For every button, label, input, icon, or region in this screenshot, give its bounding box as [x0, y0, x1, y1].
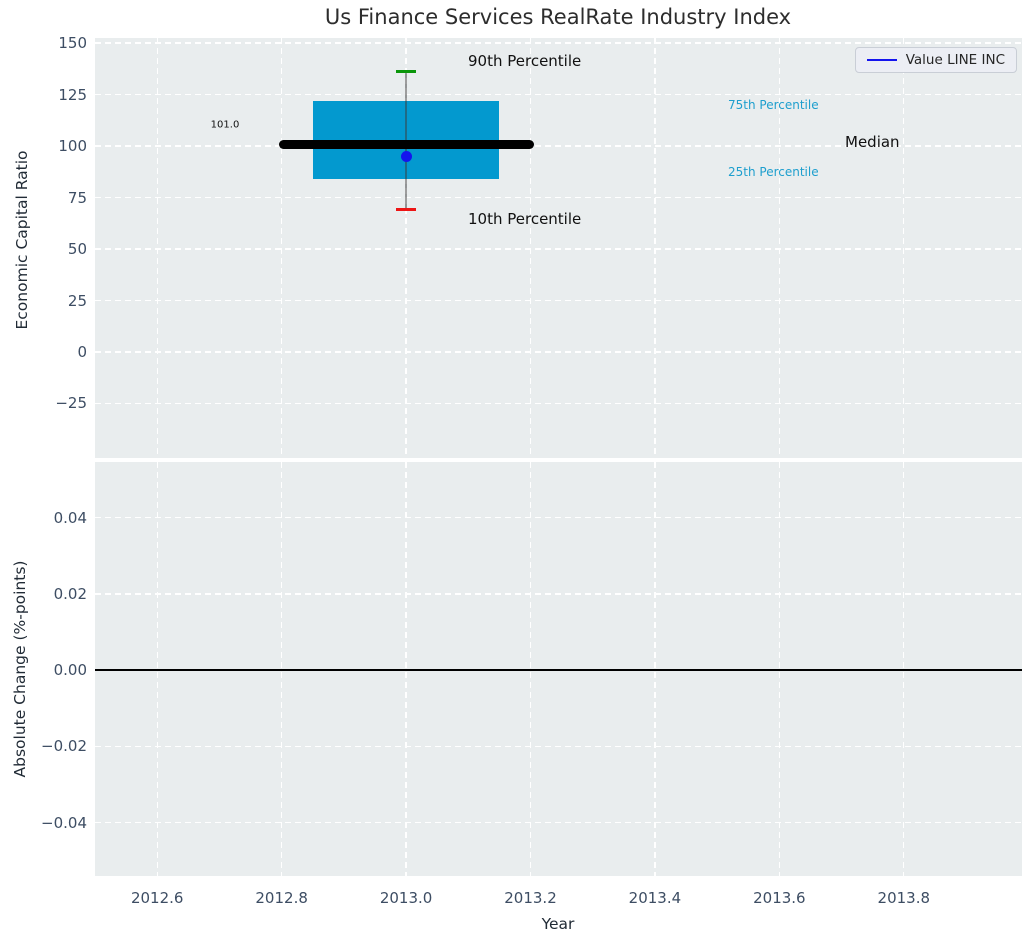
x-axis-label: Year [541, 915, 575, 933]
x-tick-label: 2012.8 [255, 889, 308, 907]
gridline-horizontal [95, 516, 1022, 519]
annotation: 10th Percentile [468, 210, 582, 228]
p10-cap [396, 208, 417, 212]
annotation: 25th Percentile [728, 165, 819, 179]
gridline-horizontal [95, 93, 1022, 96]
gridline-horizontal [95, 248, 1022, 250]
chart-title: Us Finance Services RealRate Industry In… [324, 5, 792, 29]
y-tick-label: 0.00 [53, 661, 87, 680]
y-tick-label: 150 [58, 34, 87, 53]
annotation: Median [845, 133, 900, 151]
x-tick-label: 2013.6 [753, 889, 806, 907]
top-subplot-boxplot: Value LINE INC 101.0 90th Percentile 10th … [95, 38, 1022, 458]
gridline-horizontal [95, 299, 1022, 302]
gridline-horizontal [95, 42, 1022, 44]
y-tick-label: 0 [77, 342, 87, 361]
gridline-horizontal [95, 821, 1022, 824]
annotation: 90th Percentile [468, 52, 582, 70]
y-tick-label: −0.04 [41, 813, 87, 832]
y-tick-label: 0.04 [53, 508, 87, 527]
x-tick-label: 2013.4 [628, 889, 682, 907]
gridline-horizontal [95, 745, 1022, 748]
y-tick-label: 0.02 [53, 584, 87, 603]
y-tick-label: 50 [67, 240, 87, 259]
legend-label: Value LINE INC [905, 52, 1005, 68]
figure-canvas: Us Finance Services RealRate Industry In… [0, 0, 1034, 942]
gridline-horizontal [95, 593, 1022, 595]
annotation: 101.0 [210, 119, 240, 131]
median-line [278, 139, 534, 149]
y-tick-label: 125 [58, 85, 87, 104]
gridline-horizontal [95, 196, 1022, 199]
y-tick-label: −25 [55, 394, 87, 413]
legend-line-swatch [866, 58, 897, 62]
y-tick-label: 100 [58, 137, 87, 156]
gridline-horizontal [95, 351, 1022, 353]
x-tick-label: 2013.2 [504, 889, 557, 907]
annotation: 75th Percentile [728, 98, 819, 112]
y-tick-label: 25 [67, 291, 87, 310]
x-tick-label: 2013.8 [877, 889, 931, 907]
y-tick-label: 75 [67, 188, 87, 207]
company-value-dot [400, 150, 412, 162]
legend: Value LINE INC [854, 47, 1017, 73]
p90-cap [396, 70, 417, 74]
zero-line [95, 669, 1022, 671]
x-tick-label: 2012.6 [130, 889, 184, 907]
gridline-horizontal [95, 402, 1022, 405]
bottom-subplot-change [95, 462, 1022, 876]
x-tick-label: 2013.0 [379, 889, 433, 907]
y-tick-label: −0.02 [41, 737, 87, 756]
